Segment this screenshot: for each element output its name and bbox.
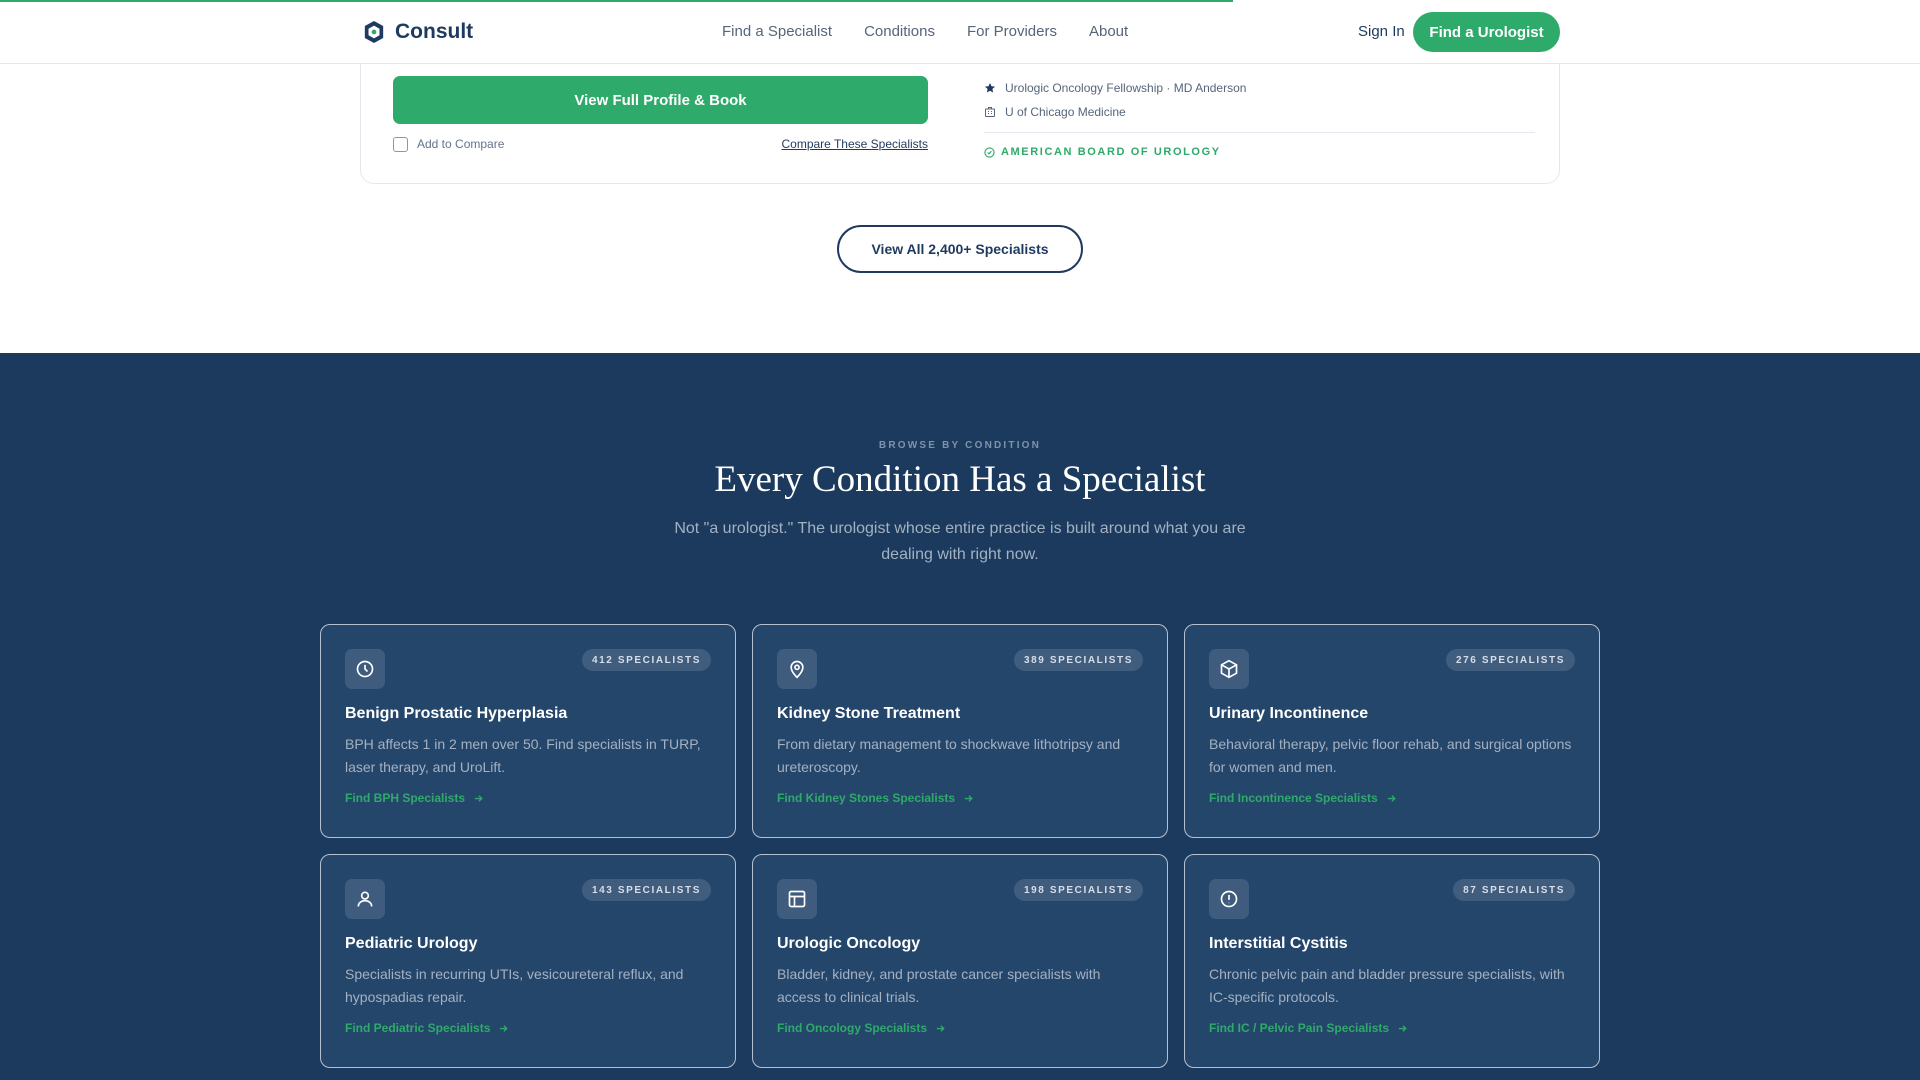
nav-conditions[interactable]: Conditions [864, 23, 935, 40]
condition-link-label: Find IC / Pelvic Pain Specialists [1209, 1021, 1390, 1035]
condition-icon-box [777, 649, 817, 689]
logo-text: Consult [395, 20, 474, 43]
condition-card-oncology[interactable]: 198 SPECIALISTS Urologic Oncology Bladde… [752, 854, 1168, 1068]
clock-icon [356, 660, 374, 678]
compare-checkbox[interactable] [393, 136, 408, 152]
site-header: Consult Find a Specialist Conditions For… [0, 0, 1920, 64]
condition-link[interactable]: Find IC / Pelvic Pain Specialists [1209, 1021, 1575, 1035]
condition-description: Specialists in recurring UTIs, vesicoure… [345, 966, 684, 1005]
condition-link-label: Find Oncology Specialists [777, 1021, 928, 1035]
condition-icon-box [345, 649, 385, 689]
condition-description: Behavioral therapy, pelvic floor rehab, … [1209, 736, 1572, 775]
hospital-text: U of Chicago Medicine [1005, 105, 1126, 119]
condition-title: Urologic Oncology [777, 935, 921, 952]
specialist-count-badge: 389 SPECIALISTS [1013, 649, 1143, 671]
condition-link[interactable]: Find Oncology Specialists [777, 1021, 1143, 1035]
arrow-right-icon [500, 1024, 509, 1032]
specialist-count-badge: 276 SPECIALISTS [1445, 649, 1575, 671]
person-icon [357, 891, 373, 907]
condition-card-pediatric[interactable]: 143 SPECIALISTS Pediatric Urology Specia… [320, 854, 736, 1068]
fellowship-line: Urologic Oncology Fellowship · MD Anders… [984, 81, 1246, 95]
section-title: Every Condition Has a Specialist [714, 459, 1206, 500]
condition-card-interstitial-cystitis[interactable]: 87 SPECIALISTS Interstitial Cystitis Chr… [1184, 854, 1600, 1068]
conditions-section: BROWSE BY CONDITION Every Condition Has … [0, 353, 1920, 1080]
condition-link-label: Find Kidney Stones Specialists [777, 791, 956, 805]
view-all-specialists-button[interactable]: View All 2,400+ Specialists [837, 225, 1083, 273]
condition-link[interactable]: Find Kidney Stones Specialists [777, 791, 1143, 805]
hexagon-logo-icon [364, 21, 384, 43]
arrow-right-icon [936, 1024, 945, 1032]
condition-description: Chronic pelvic pain and bladder pressure… [1209, 966, 1565, 1005]
location-pin-icon [790, 660, 804, 679]
section-subtitle: Not "a urologist." The urologist whose e… [674, 520, 1246, 563]
condition-link[interactable]: Find BPH Specialists [345, 791, 711, 805]
specialist-count-badge: 198 SPECIALISTS [1013, 879, 1143, 901]
nav-about[interactable]: About [1089, 23, 1128, 40]
condition-description: BPH affects 1 in 2 men over 50. Find spe… [345, 736, 701, 775]
scroll-progress-bar [0, 0, 1233, 2]
condition-icon-box [1209, 649, 1249, 689]
nav-for-providers[interactable]: For Providers [967, 23, 1057, 40]
specialist-count-badge: 87 SPECIALISTS [1453, 879, 1575, 901]
specialist-count-badge: 412 SPECIALISTS [581, 649, 711, 671]
condition-link[interactable]: Find Pediatric Specialists [345, 1021, 711, 1035]
hospital-line: U of Chicago Medicine [984, 105, 1126, 119]
specialist-count-badge: 143 SPECIALISTS [581, 879, 711, 901]
add-to-compare-label: Add to Compare [417, 137, 505, 151]
condition-description: Bladder, kidney, and prostate cancer spe… [777, 966, 1101, 1005]
condition-title: Pediatric Urology [345, 935, 478, 952]
add-to-compare[interactable]: Add to Compare [393, 136, 505, 152]
condition-icon-box [1209, 879, 1249, 919]
condition-link-label: Find Pediatric Specialists [345, 1021, 491, 1035]
nav-find-specialist[interactable]: Find a Specialist [722, 23, 832, 40]
condition-card-incontinence[interactable]: 276 SPECIALISTS Urinary Incontinence Beh… [1184, 624, 1600, 838]
layout-icon [788, 890, 806, 908]
logo[interactable]: Consult [363, 20, 473, 44]
condition-card-kidney-stones[interactable]: 389 SPECIALISTS Kidney Stone Treatment F… [752, 624, 1168, 838]
condition-link-label: Find BPH Specialists [345, 791, 466, 805]
alert-circle-icon [1220, 890, 1238, 908]
hospital-icon [985, 107, 995, 117]
board-text: AMERICAN BOARD OF UROLOGY [1001, 146, 1221, 158]
condition-title: Urinary Incontinence [1209, 705, 1369, 722]
cube-icon [1220, 659, 1238, 679]
section-eyebrow: BROWSE BY CONDITION [878, 440, 1042, 451]
condition-card-bph[interactable]: 412 SPECIALISTS Benign Prostatic Hyperpl… [320, 624, 736, 838]
condition-title: Kidney Stone Treatment [777, 705, 961, 722]
fellowship-text: Urologic Oncology Fellowship · MD Anders… [1005, 81, 1247, 95]
condition-icon-box [345, 879, 385, 919]
compare-row: Add to Compare Compare These Specialists [393, 136, 928, 152]
view-profile-book-button[interactable]: View Full Profile & Book [393, 76, 928, 124]
condition-description: From dietary management to shockwave lit… [777, 736, 1121, 775]
sign-in-link[interactable]: Sign In [1358, 23, 1405, 40]
arrow-right-icon [474, 794, 483, 802]
condition-link-label: Find Incontinence Specialists [1209, 791, 1378, 805]
arrow-right-icon [1398, 1024, 1407, 1032]
card-divider [984, 132, 1535, 133]
arrow-right-icon [1387, 794, 1396, 802]
condition-title: Interstitial Cystitis [1209, 935, 1348, 952]
conditions-grid: 412 SPECIALISTS Benign Prostatic Hyperpl… [320, 624, 1600, 1068]
find-urologist-button[interactable]: Find a Urologist [1413, 12, 1560, 52]
condition-link[interactable]: Find Incontinence Specialists [1209, 791, 1575, 805]
compare-specialists-link[interactable]: Compare These Specialists [781, 137, 928, 151]
check-circle-icon [984, 146, 995, 158]
arrow-right-icon [964, 794, 973, 802]
main-nav: Find a Specialist Conditions For Provide… [722, 23, 1128, 40]
star-icon [985, 83, 995, 93]
condition-title: Benign Prostatic Hyperplasia [345, 705, 568, 722]
board-certification: AMERICAN BOARD OF UROLOGY [984, 146, 1221, 158]
condition-icon-box [777, 879, 817, 919]
